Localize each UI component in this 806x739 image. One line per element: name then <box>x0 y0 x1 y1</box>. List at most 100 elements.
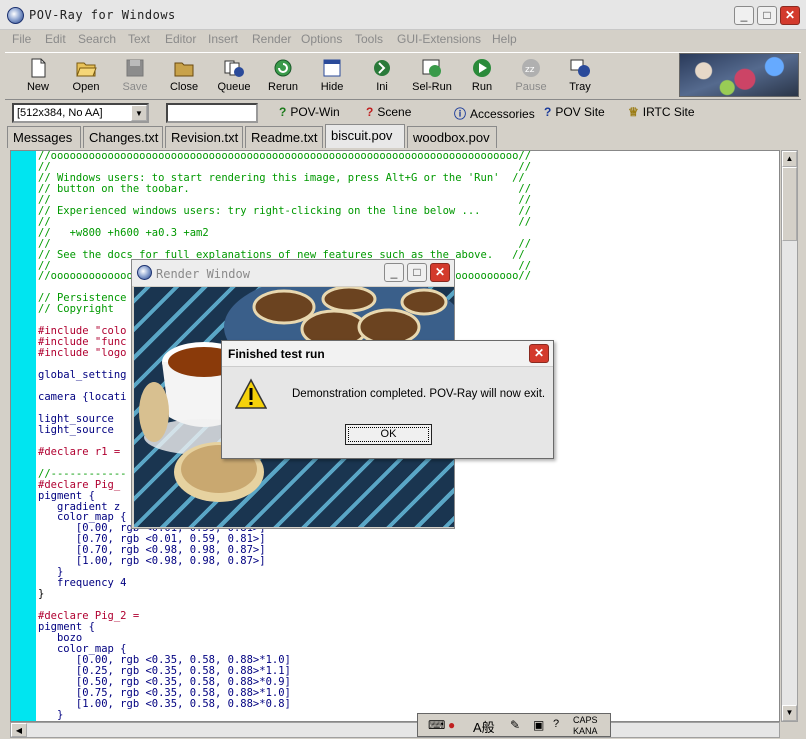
dialog-title: Finished test run <box>228 347 325 361</box>
menu-edit[interactable]: Edit <box>45 32 66 46</box>
close-folder-icon <box>174 62 194 77</box>
queue-button[interactable]: Queue <box>212 57 256 99</box>
code-line: // Copyright <box>38 303 114 316</box>
povray-banner-image <box>679 53 799 97</box>
dialog-close-button[interactable]: ✕ <box>529 344 549 363</box>
code-line: [1.00, rgb <0.98, 0.98, 0.87>] <box>38 555 266 568</box>
povray-app-icon[interactable] <box>7 7 24 24</box>
window-title: POV-Ray for Windows <box>29 8 176 22</box>
rerun-icon <box>274 59 292 77</box>
main-window: POV-Ray for Windows _ □ ✕ File Edit Sear… <box>0 0 806 739</box>
ime-mode[interactable]: A般 <box>473 717 495 736</box>
scroll-down-arrow-icon[interactable]: ▼ <box>782 705 797 721</box>
hide-button[interactable]: Hide <box>310 57 354 99</box>
menu-text[interactable]: Text <box>128 32 150 46</box>
title-bar: POV-Ray for Windows _ □ ✕ <box>0 0 806 30</box>
menu-insert[interactable]: Insert <box>208 32 238 46</box>
scroll-left-arrow-icon[interactable]: ◀ <box>11 723 27 737</box>
tray-icon <box>570 59 590 77</box>
povwin-help-link[interactable]: ? POV-Win <box>279 105 340 119</box>
tab-woodbox[interactable]: woodbox.pov <box>407 126 497 148</box>
dialog-message: Demonstration completed. POV-Ray will no… <box>292 388 546 400</box>
file-tabs: Messages Changes.txt Revision.txt Readme… <box>7 124 799 148</box>
render-close-button[interactable]: ✕ <box>430 263 450 282</box>
render-maximize-button[interactable]: □ <box>407 263 427 282</box>
menu-options[interactable]: Options <box>301 32 342 46</box>
chevron-down-icon[interactable]: ▼ <box>131 105 147 121</box>
save-button[interactable]: Save <box>113 57 157 99</box>
close-button[interactable]: ✕ <box>780 6 800 25</box>
open-button[interactable]: Open <box>64 57 108 99</box>
scroll-thumb[interactable] <box>782 167 797 241</box>
tab-biscuit[interactable]: biscuit.pov <box>325 124 405 148</box>
scene-help-link[interactable]: ? Scene <box>366 105 411 119</box>
menu-gui-extensions[interactable]: GUI-Extensions <box>397 32 481 46</box>
code-line: } <box>38 708 64 721</box>
irtc-site-link[interactable]: ♕ IRTC Site <box>628 105 695 119</box>
scroll-up-arrow-icon[interactable]: ▲ <box>782 151 797 167</box>
ime-help-icon[interactable]: ? <box>553 718 559 730</box>
menu-editor[interactable]: Editor <box>165 32 196 46</box>
maximize-button[interactable]: □ <box>757 6 777 25</box>
kana-indicator: KANA <box>573 726 598 736</box>
tab-revision[interactable]: Revision.txt <box>165 126 243 148</box>
close-file-button[interactable]: Close <box>162 57 206 99</box>
horizontal-scrollbar[interactable]: ◀ <box>10 722 780 738</box>
run-button[interactable]: Run <box>460 57 504 99</box>
sel-run-icon <box>422 59 441 77</box>
ime-dictionary-icon[interactable]: ▣ <box>533 718 544 732</box>
svg-text:zz: zz <box>525 65 535 75</box>
finished-dialog[interactable]: Finished test run ✕ Demonstration comple… <box>221 340 554 459</box>
ime-tool-icon[interactable]: ✎ <box>510 718 520 732</box>
pause-button[interactable]: zz Pause <box>509 57 553 99</box>
ini-button[interactable]: Ini <box>360 57 404 99</box>
editor-gutter <box>11 151 36 721</box>
ok-button[interactable]: OK <box>345 424 432 445</box>
help-icon: ? <box>279 105 287 119</box>
keyboard-icon[interactable]: ⌨ <box>428 718 445 732</box>
code-line: #include "logo <box>38 347 127 360</box>
queue-icon <box>224 60 244 77</box>
quick-links-bar: [512x384, No AA] ▼ ? POV-Win ? Scene ⓘ Acce… <box>0 101 806 125</box>
hide-window-icon <box>323 59 341 77</box>
menu-file[interactable]: File <box>12 32 31 46</box>
menu-help[interactable]: Help <box>492 32 517 46</box>
vertical-scrollbar[interactable]: ▲ ▼ <box>781 150 798 722</box>
accessories-link[interactable]: ⓘ Accessories <box>454 105 535 122</box>
rerun-button[interactable]: Rerun <box>261 57 305 99</box>
tab-readme[interactable]: Readme.txt <box>245 126 323 148</box>
menu-tools[interactable]: Tools <box>355 32 383 46</box>
warning-icon <box>235 378 267 409</box>
code-line: [1.00, rgb <0.35, 0.58, 0.88>*0.8] <box>38 697 291 710</box>
tab-messages[interactable]: Messages <box>7 126 81 148</box>
save-disk-icon <box>126 59 144 77</box>
trophy-icon: ♕ <box>628 105 639 119</box>
povray-app-icon <box>137 265 152 280</box>
code-line: frequency 4 <box>38 577 127 590</box>
code-line: light_source <box>38 423 114 436</box>
pause-icon: zz <box>522 59 540 77</box>
open-folder-icon <box>76 62 97 77</box>
dialog-title-bar: Finished test run ✕ <box>222 341 553 367</box>
menu-search[interactable]: Search <box>78 32 116 46</box>
tray-button[interactable]: Tray <box>558 57 602 99</box>
info-icon: ⓘ <box>454 107 467 121</box>
ini-file-field[interactable] <box>166 103 258 123</box>
ini-icon <box>374 60 390 76</box>
pov-site-link[interactable]: ? POV Site <box>544 105 605 119</box>
menu-render[interactable]: Render <box>252 32 291 46</box>
run-icon <box>473 59 491 77</box>
resolution-select[interactable]: [512x384, No AA] ▼ <box>12 103 149 123</box>
ime-ball-icon[interactable]: ● <box>448 718 455 732</box>
new-button[interactable]: New <box>16 57 60 99</box>
minimize-button[interactable]: _ <box>734 6 754 25</box>
sel-run-button[interactable]: Sel-Run <box>410 57 454 99</box>
code-line: } <box>38 588 45 601</box>
render-minimize-button[interactable]: _ <box>384 263 404 282</box>
tab-changes[interactable]: Changes.txt <box>83 126 163 148</box>
render-window-title-bar: Render Window _ □ ✕ <box>132 260 454 286</box>
help-icon: ? <box>544 105 552 119</box>
new-document-icon <box>31 58 46 78</box>
render-window-title: Render Window <box>156 267 250 281</box>
ime-toolbar: ⌨ ● A般 ✎ ▣ ? CAPS KANA <box>417 713 611 737</box>
